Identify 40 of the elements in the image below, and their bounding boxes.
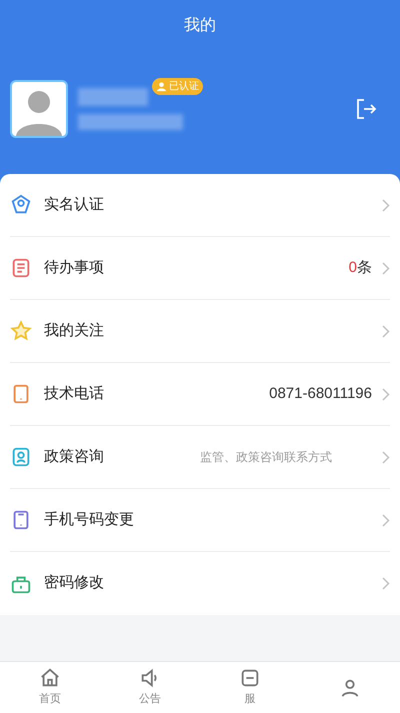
menu-label: 密码修改: [44, 573, 104, 594]
home-icon: [39, 667, 61, 690]
badge-person-icon: [10, 194, 32, 216]
service-icon: [239, 667, 261, 690]
menu-label: 待办事项: [44, 258, 104, 278]
page-title: 我的: [184, 16, 216, 36]
chevron-icon: [382, 324, 390, 338]
menu-label: 政策咨询: [44, 446, 104, 467]
menu-item[interactable]: 密码修改: [10, 552, 390, 615]
menu-item[interactable]: 我的关注: [10, 300, 390, 363]
menu-label: 实名认证: [44, 194, 104, 215]
document-icon: [10, 257, 32, 279]
tab-item[interactable]: 服: [200, 662, 300, 713]
blurred-name: [78, 88, 148, 106]
chevron-icon: [382, 198, 390, 212]
menu-item[interactable]: 实名认证: [10, 174, 390, 237]
menu-label: 技术电话: [44, 384, 104, 404]
menu-item[interactable]: 待办事项 0条: [10, 237, 390, 300]
chevron-icon: [382, 450, 390, 464]
contact-icon: [10, 446, 32, 468]
menu-item[interactable]: 政策咨询 监管、政策咨询联系方式: [10, 426, 390, 489]
menu-item[interactable]: 技术电话 0871-68011196: [10, 363, 390, 426]
verified-badge: 已认证: [152, 78, 203, 95]
phone-number: 0871-68011196: [269, 384, 372, 404]
chevron-icon: [382, 388, 390, 400]
menu-item[interactable]: 手机号码变更: [10, 489, 390, 552]
person-icon: [156, 81, 167, 92]
chevron-icon: [382, 262, 390, 274]
logout-icon: [354, 97, 378, 121]
menu-label: 我的关注: [44, 320, 104, 341]
avatar: [10, 80, 68, 138]
star-icon: [10, 320, 32, 342]
tab-item[interactable]: 公告: [100, 662, 200, 713]
chevron-icon: [382, 514, 390, 526]
menu-hint: 监管、政策咨询联系方式: [200, 449, 332, 466]
logout-button[interactable]: [354, 97, 378, 121]
tab-item[interactable]: 首页: [0, 662, 100, 713]
todo-count: 0条: [348, 258, 372, 278]
chevron-icon: [382, 577, 390, 590]
menu-label: 手机号码变更: [44, 510, 134, 530]
